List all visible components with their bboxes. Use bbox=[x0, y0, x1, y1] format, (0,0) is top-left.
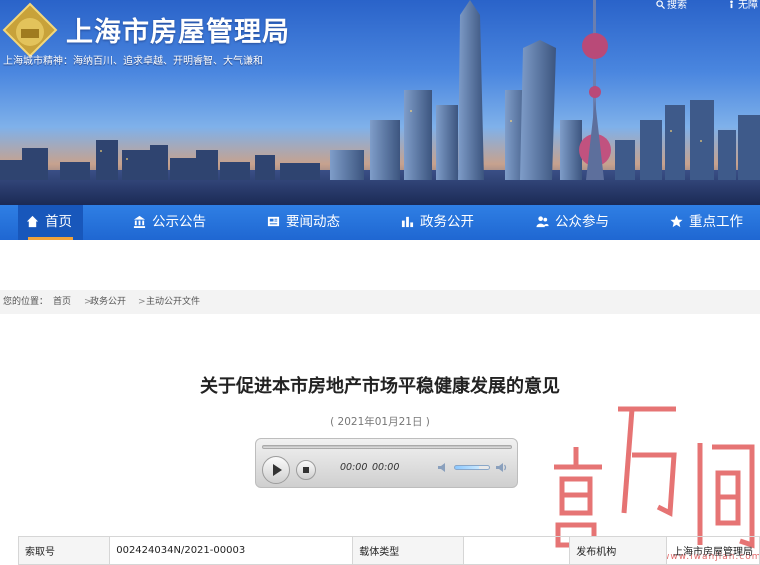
nav-item-announcements[interactable]: 公示公告 bbox=[133, 205, 206, 240]
table-row: 索取号 002424034N/2021-00003 载体类型 发布机构 上海市房… bbox=[17, 536, 760, 565]
bank-icon bbox=[133, 215, 146, 228]
accessibility-link[interactable]: 无障 bbox=[727, 0, 758, 11]
play-icon bbox=[273, 464, 282, 476]
table-cell-label: 索取号 bbox=[17, 536, 111, 565]
current-time: 00:00 bbox=[340, 462, 368, 473]
nav-item-public-participation[interactable]: 公众参与 bbox=[536, 205, 609, 240]
city-motto: 上海城市精神：海纳百川、追求卓越、开明睿智、大气谦和 bbox=[3, 56, 263, 67]
table-cell-label: 载体类型 bbox=[352, 536, 464, 565]
volume-low-icon[interactable] bbox=[438, 462, 450, 473]
news-icon bbox=[267, 216, 280, 227]
table-cell-value bbox=[462, 536, 571, 565]
nav-item-label: 要闻动态 bbox=[286, 214, 340, 230]
accessibility-icon bbox=[730, 0, 733, 9]
nav-item-label: 公示公告 bbox=[152, 214, 206, 230]
table-cell-value: 上海市房屋管理局 bbox=[666, 536, 760, 565]
nav-item-key-work[interactable]: 重点工作 bbox=[670, 205, 743, 240]
breadcrumb-prefix: 您的位置： bbox=[3, 297, 49, 307]
breadcrumb: 您的位置： 首页 > 政务公开 > 主动公开文件 bbox=[0, 290, 760, 314]
nav-item-news[interactable]: 要闻动态 bbox=[267, 205, 340, 240]
breadcrumb-item-home[interactable]: 首页 bbox=[53, 290, 71, 314]
header-banner: 上海市房屋管理局 上海城市精神：海纳百川、追求卓越、开明睿智、大气谦和 搜索 无… bbox=[0, 0, 760, 205]
breadcrumb-item-gov-affairs[interactable]: 政务公开 bbox=[90, 290, 126, 314]
audio-progress-track[interactable] bbox=[262, 445, 512, 449]
search-icon bbox=[656, 0, 665, 9]
search-link-label: 搜索 bbox=[667, 0, 687, 11]
document-info-table: 索取号 002424034N/2021-00003 载体类型 发布机构 上海市房… bbox=[17, 536, 760, 565]
home-icon bbox=[26, 215, 39, 228]
breadcrumb-separator: > bbox=[138, 297, 146, 307]
breadcrumb-item-current[interactable]: 主动公开文件 bbox=[146, 290, 200, 314]
duration: 00:00 bbox=[372, 462, 400, 473]
volume-slider[interactable] bbox=[454, 465, 490, 470]
audio-player: 00:00 00:00 bbox=[255, 438, 518, 488]
nav-item-label: 政务公开 bbox=[420, 214, 474, 230]
search-link[interactable]: 搜索 bbox=[656, 0, 687, 11]
star-icon bbox=[670, 215, 683, 228]
users-icon bbox=[536, 216, 549, 228]
nav-item-label: 公众参与 bbox=[555, 214, 609, 230]
nav-item-gov-affairs[interactable]: 政务公开 bbox=[401, 205, 474, 240]
stop-icon bbox=[303, 467, 309, 473]
site-logo bbox=[2, 2, 58, 58]
nav-item-label: 首页 bbox=[45, 214, 72, 230]
play-button[interactable] bbox=[262, 456, 290, 484]
bar-chart-icon bbox=[401, 216, 414, 228]
nav-item-label: 重点工作 bbox=[689, 214, 743, 230]
table-cell-value: 002424034N/2021-00003 bbox=[109, 536, 354, 565]
stop-button[interactable] bbox=[296, 460, 316, 480]
table-cell-label: 发布机构 bbox=[569, 536, 667, 565]
accessibility-link-label: 无障 bbox=[738, 0, 758, 11]
volume-high-icon[interactable] bbox=[496, 462, 508, 473]
site-title[interactable]: 上海市房屋管理局 bbox=[66, 10, 290, 49]
main-nav: 首页 公示公告 要闻动态 政务公开 公众参与 重点工作 bbox=[0, 205, 760, 240]
nav-item-home[interactable]: 首页 bbox=[18, 205, 83, 240]
